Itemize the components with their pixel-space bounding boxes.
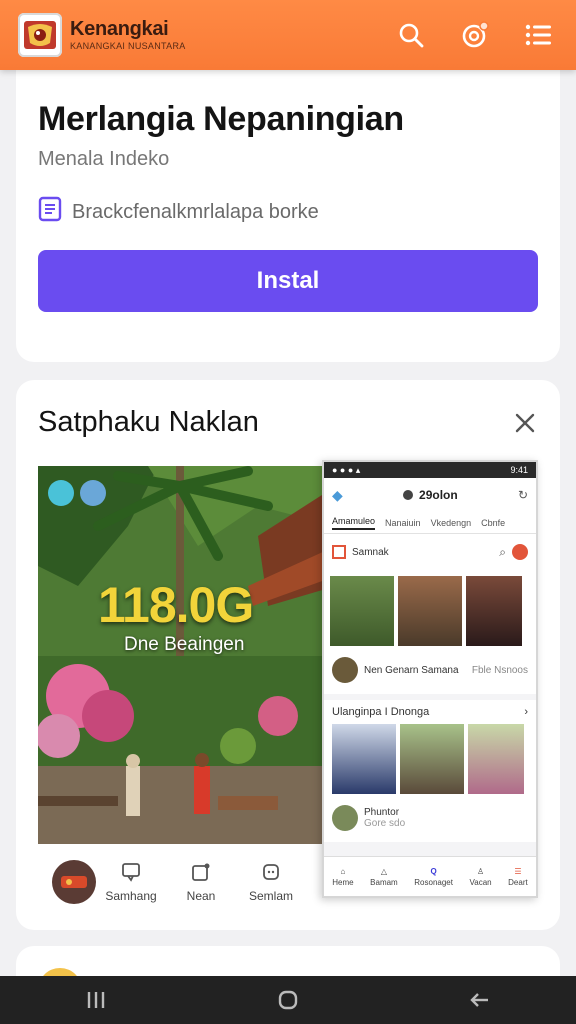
ad-photo[interactable]: 118.0G Dne Beaingen	[38, 466, 336, 844]
ad-card: Satphaku Naklan 118.0G Dne Beaingen Samh…	[16, 380, 560, 930]
phone-thumb-image	[400, 724, 464, 794]
notification-icon[interactable]	[460, 20, 490, 50]
phone-section: Ulanginpa I Dnonga › Phuntor Gore sdo	[324, 700, 536, 842]
phone-nav-home: ⌂ Heme	[332, 867, 353, 887]
phone-alert-icon	[512, 544, 528, 560]
diamond-icon: ◆	[332, 486, 343, 503]
install-button[interactable]: Instal	[38, 250, 538, 312]
phone-nav-search: Q Rosonaget	[414, 867, 453, 887]
app-detail-row: Brackcfenalkmrlalapa borke	[38, 196, 319, 228]
brand-name: Kenangkai	[70, 18, 169, 40]
menu-icon: ☰	[514, 866, 522, 876]
phone-section-meta-title: Phuntor	[364, 807, 400, 818]
action-chat[interactable]: Samhang	[96, 862, 166, 903]
store-icon: △	[380, 866, 388, 876]
phone-nav-store: △ Bamam	[370, 867, 398, 887]
search-icon[interactable]	[396, 20, 426, 50]
home-icon: ⌂	[340, 866, 346, 876]
phone-status-time: 9:41	[510, 465, 528, 475]
phone-status-icons: ● ● ● ▴	[332, 464, 361, 475]
phone-meta: Nen Genarn Samana Fble Nsnoos	[324, 646, 536, 694]
search-square-icon: Q	[430, 866, 437, 876]
chat-icon	[121, 862, 141, 885]
phone-meta-title: Nen Genarn Samana	[364, 664, 459, 676]
phone-thumb-image	[398, 576, 462, 646]
phone-thumbs	[324, 570, 536, 646]
phone-nav-label: Rosonaget	[414, 877, 453, 887]
phone-bottom-nav: ⌂ Heme △ Bamam Q Rosonaget ♙ Vacan ☰ Deart	[324, 856, 536, 896]
phone-mockup: ● ● ● ▴ 9:41 ◆ 29olon ↻ Amamuleo Nanaiui…	[322, 460, 538, 898]
phone-tab: Nanaiuin	[385, 517, 421, 528]
app-header: Kenangkai KANANGKAI NUSANTARA	[0, 0, 576, 70]
brand-subtitle: KANANGKAI NUSANTARA	[70, 41, 186, 51]
share-icon	[191, 862, 211, 885]
phone-section-thumbs	[332, 718, 528, 794]
message-icon	[261, 862, 281, 885]
action-share-label: Nean	[186, 888, 216, 903]
phone-nav-label: Bamam	[370, 877, 398, 887]
phone-thumb-image	[332, 724, 396, 794]
logo-emblem-icon	[18, 13, 62, 57]
avatar[interactable]	[52, 860, 96, 904]
phone-nav-label: Deart	[508, 877, 528, 887]
phone-refresh-icon: ↻	[517, 488, 529, 502]
phone-avatar	[332, 805, 358, 831]
phone-row-label: Samnak	[352, 546, 389, 558]
phone-thumb-image	[466, 576, 522, 646]
app-logo[interactable]: Kenangkai KANANGKAI NUSANTARA	[18, 13, 186, 57]
phone-nav-label: Vacan	[469, 877, 492, 887]
phone-nav-label: Heme	[332, 877, 354, 887]
app-title: Merlangia Nepaningian	[38, 100, 404, 138]
phone-nav-profile: ♙ Vacan	[470, 867, 492, 887]
phone-tab: Amamuleo	[332, 516, 376, 530]
phone-tab: Vkedengn	[430, 517, 472, 528]
app-detail-text: Brackcfenalkmrlalapa borke	[72, 200, 319, 223]
photo-caption: Dne Beaingen	[124, 634, 245, 655]
app-subtitle: Menala Indeko	[38, 148, 170, 170]
menu-icon[interactable]	[524, 20, 554, 50]
phone-section-title: Ulanginpa I Dnonga	[332, 706, 430, 718]
phone-profile-dot-icon	[403, 490, 414, 500]
ad-action-row: Samhang Nean Semlam	[38, 850, 336, 914]
phone-tabs: Amamuleo Nanaiuin Vkedengn Cbnfe	[324, 512, 536, 534]
recent-apps-icon[interactable]	[76, 985, 116, 1015]
phone-avatar	[332, 657, 358, 683]
phone-tab: Cbnfe	[481, 517, 506, 528]
phone-search-icon: ⌕	[499, 544, 506, 559]
phone-section-meta-sub: Gore sdo	[364, 818, 406, 829]
home-button-icon[interactable]	[268, 985, 308, 1015]
system-navigation-bar	[0, 976, 576, 1024]
photo-share-icon[interactable]	[80, 480, 106, 506]
close-icon[interactable]	[512, 410, 538, 436]
phone-square-icon	[332, 545, 346, 559]
photo-badge-icon[interactable]	[48, 480, 74, 506]
back-icon[interactable]	[460, 985, 500, 1015]
action-message-label: Semlam	[248, 888, 293, 903]
phone-nav-menu: ☰ Deart	[508, 867, 528, 887]
phone-section-meta: Phuntor Gore sdo	[332, 794, 528, 842]
phone-meta-sub: Fble Nsnoos	[471, 664, 528, 676]
profile-icon: ♙	[476, 866, 485, 876]
phone-section-arrow-icon: ›	[524, 706, 528, 718]
action-message[interactable]: Semlam	[236, 862, 306, 903]
action-share[interactable]: Nean	[166, 862, 236, 903]
ad-title: Satphaku Naklan	[38, 406, 259, 438]
phone-header: ◆ 29olon ↻	[324, 478, 536, 512]
document-icon	[38, 196, 62, 228]
phone-thumb-image	[330, 576, 394, 646]
phone-status-bar: ● ● ● ▴ 9:41	[324, 462, 536, 478]
photo-headline: 118.0G	[98, 577, 254, 633]
phone-head-title: 29olon	[419, 488, 458, 502]
phone-thumb-image	[468, 724, 524, 794]
action-chat-label: Samhang	[105, 888, 157, 903]
install-card: Merlangia Nepaningian Menala Indeko Brac…	[16, 70, 560, 362]
phone-row: Samnak ⌕	[324, 534, 536, 570]
